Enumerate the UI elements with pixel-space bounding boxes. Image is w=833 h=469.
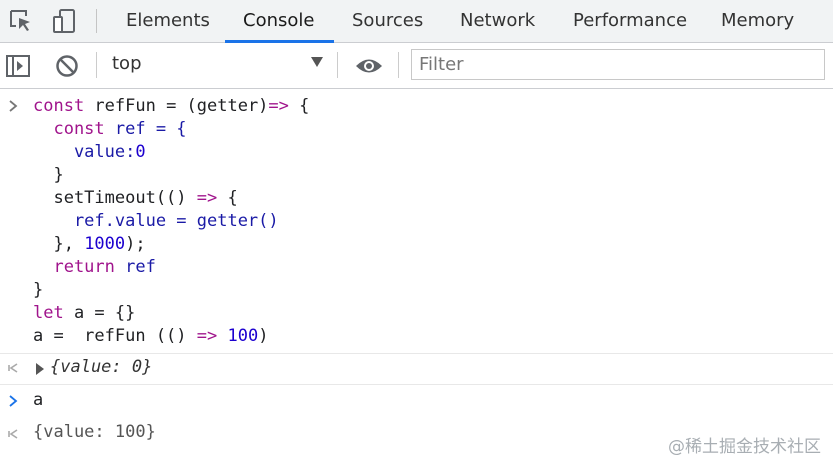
toolbar-divider bbox=[96, 9, 97, 33]
code-line: const ref = { bbox=[33, 119, 187, 139]
result-arrow-icon bbox=[8, 429, 18, 439]
expand-triangle-icon[interactable] bbox=[36, 363, 44, 375]
chevron-right-icon bbox=[9, 100, 18, 112]
code-line: let a = {} bbox=[33, 303, 136, 323]
watermark: @稀土掘金技术社区 bbox=[668, 437, 821, 457]
tab-network[interactable]: Network bbox=[460, 0, 535, 42]
console-input-line[interactable]: a bbox=[33, 390, 43, 410]
code-line: value:0 bbox=[33, 142, 146, 162]
tab-memory[interactable]: Memory bbox=[721, 0, 794, 42]
code-line: const refFun = (getter)=> { bbox=[33, 96, 310, 116]
clear-console-icon[interactable] bbox=[55, 54, 79, 78]
code-line: } bbox=[33, 165, 64, 185]
code-line: ref.value = getter() bbox=[33, 211, 279, 231]
tab-elements[interactable]: Elements bbox=[126, 0, 210, 42]
code-line: } bbox=[33, 280, 44, 300]
context-selector[interactable]: top bbox=[112, 53, 142, 74]
code-line: setTimeout(() => { bbox=[33, 188, 238, 208]
devtools-tabbar: Elements Console Sources Network Perform… bbox=[0, 0, 833, 43]
code-line: }, 1000); bbox=[33, 234, 146, 254]
filter-input[interactable] bbox=[411, 49, 825, 80]
toolbar-divider bbox=[96, 52, 97, 78]
input-code-block: const refFun = (getter)=> { const ref = … bbox=[33, 95, 309, 348]
device-toolbar-icon[interactable] bbox=[51, 8, 77, 34]
result-object[interactable]: {value: 100} bbox=[33, 422, 156, 442]
toolbar-divider bbox=[337, 52, 338, 78]
tab-performance[interactable]: Performance bbox=[573, 0, 687, 42]
message-divider bbox=[0, 353, 833, 354]
tab-sources[interactable]: Sources bbox=[352, 0, 423, 42]
message-divider bbox=[0, 384, 833, 385]
chevron-right-icon bbox=[9, 395, 18, 407]
result-object[interactable]: {value: 0} bbox=[50, 357, 152, 377]
context-dropdown-arrow-icon[interactable] bbox=[311, 57, 323, 67]
console-messages: const refFun = (getter)=> { const ref = … bbox=[0, 89, 833, 469]
sidebar-toggle-icon[interactable] bbox=[6, 54, 32, 78]
tab-console[interactable]: Console bbox=[243, 0, 314, 42]
toolbar-divider bbox=[398, 52, 399, 78]
code-line: return ref bbox=[33, 257, 156, 277]
inspect-icon[interactable] bbox=[8, 8, 34, 34]
result-arrow-icon bbox=[8, 363, 18, 373]
code-line: a = refFun (() => 100) bbox=[33, 326, 269, 346]
eye-icon[interactable] bbox=[355, 57, 383, 75]
console-toolbar: top bbox=[0, 43, 833, 89]
